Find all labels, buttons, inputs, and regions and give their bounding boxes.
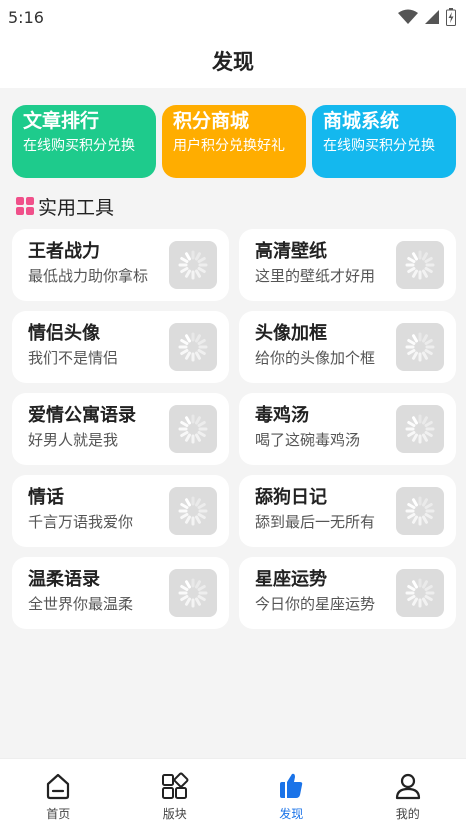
tool-card-king-power[interactable]: 王者战力 最低战力助你拿标 <box>12 229 229 301</box>
loading-spinner-icon <box>169 323 217 371</box>
promo-card-subtitle: 在线购买积分兑换 <box>323 138 435 154</box>
blocks-icon <box>161 772 189 799</box>
promo-card-title: 积分商城 <box>173 110 250 132</box>
nav-item-discover[interactable]: 发现 <box>233 759 350 830</box>
bottom-nav: 首页 版块 发现 我的 <box>0 758 466 830</box>
status-time: 5:16 <box>8 7 44 27</box>
signal-icon <box>425 10 439 24</box>
tool-card-horoscope[interactable]: 星座运势 今日你的星座运势 <box>239 557 456 629</box>
tool-card-love-words[interactable]: 情话 千言万语我爱你 <box>12 475 229 547</box>
promo-row: 文章排行 在线购买积分兑换 积分商城 用户积分兑换好礼 商城系统 在线购买积分兑… <box>12 105 456 178</box>
home-icon <box>47 773 70 800</box>
nav-label: 发现 <box>279 807 304 821</box>
promo-card-subtitle: 在线购买积分兑换 <box>23 138 135 154</box>
nav-item-home[interactable]: 首页 <box>0 759 117 830</box>
grid-icon <box>16 197 34 215</box>
page-title: 发现 <box>212 50 254 74</box>
tool-card-love-apartment-quotes[interactable]: 爱情公寓语录 好男人就是我 <box>12 393 229 465</box>
title-bar: 发现 <box>0 34 466 88</box>
wifi-icon <box>398 9 418 24</box>
tool-card-simp-diary[interactable]: 舔狗日记 舔到最后一无所有 <box>239 475 456 547</box>
tool-card-poison-soup[interactable]: 毒鸡汤 喝了这碗毒鸡汤 <box>239 393 456 465</box>
loading-spinner-icon <box>396 405 444 453</box>
tool-card-gentle-quotes[interactable]: 温柔语录 全世界你最温柔 <box>12 557 229 629</box>
nav-label: 版块 <box>162 807 187 821</box>
nav-item-mine[interactable]: 我的 <box>350 759 466 830</box>
section-title: 实用工具 <box>38 196 115 219</box>
loading-spinner-icon <box>396 323 444 371</box>
nav-item-blocks[interactable]: 版块 <box>117 759 234 830</box>
promo-card-subtitle: 用户积分兑换好礼 <box>173 138 285 154</box>
loading-spinner-icon <box>396 487 444 535</box>
promo-card-article-ranking[interactable]: 文章排行 在线购买积分兑换 <box>12 105 156 178</box>
loading-spinner-icon <box>396 241 444 289</box>
loading-spinner-icon <box>169 487 217 535</box>
promo-card-mall-system[interactable]: 商城系统 在线购买积分兑换 <box>312 105 456 178</box>
promo-card-points-mall[interactable]: 积分商城 用户积分兑换好礼 <box>162 105 306 178</box>
section-header: 实用工具 <box>16 193 114 219</box>
loading-spinner-icon <box>169 569 217 617</box>
promo-card-title: 商城系统 <box>323 110 400 132</box>
tools-grid: 王者战力 最低战力助你拿标 高清壁纸 这里的壁纸才好用 情侣头像 我们不是情侣 … <box>12 229 456 629</box>
tool-card-hd-wallpaper[interactable]: 高清壁纸 这里的壁纸才好用 <box>239 229 456 301</box>
nav-label: 首页 <box>46 807 71 821</box>
tool-card-avatar-frame[interactable]: 头像加框 给你的头像加个框 <box>239 311 456 383</box>
status-bar: 5:16 <box>0 0 466 34</box>
user-icon <box>395 773 420 800</box>
promo-card-title: 文章排行 <box>23 110 100 132</box>
nav-label: 我的 <box>395 807 420 821</box>
status-icons <box>398 8 456 26</box>
discover-icon <box>280 773 303 798</box>
loading-spinner-icon <box>396 569 444 617</box>
tool-card-couple-avatar[interactable]: 情侣头像 我们不是情侣 <box>12 311 229 383</box>
loading-spinner-icon <box>169 241 217 289</box>
battery-icon <box>446 8 456 26</box>
loading-spinner-icon <box>169 405 217 453</box>
